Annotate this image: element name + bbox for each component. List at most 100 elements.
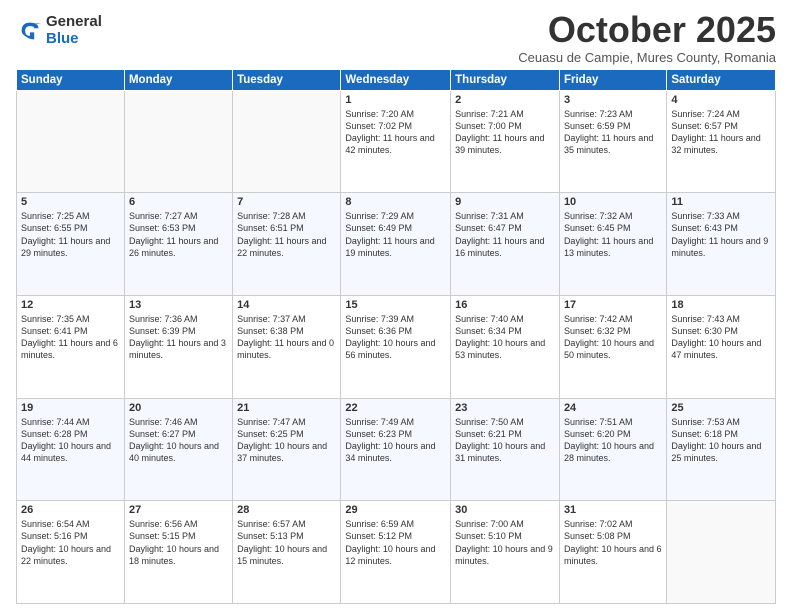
calendar-cell: [124, 90, 232, 193]
cell-content: Sunrise: 7:33 AM Sunset: 6:43 PM Dayligh…: [671, 210, 771, 259]
calendar-cell: 23 Sunrise: 7:50 AM Sunset: 6:21 PM Dayli…: [451, 398, 560, 501]
day-header-tuesday: Tuesday: [233, 69, 341, 90]
cell-content: Sunrise: 7:20 AM Sunset: 7:02 PM Dayligh…: [345, 108, 446, 157]
day-number: 13: [129, 299, 228, 311]
logo: General Blue: [16, 14, 102, 47]
calendar-cell: 10 Sunrise: 7:32 AM Sunset: 6:45 PM Dayli…: [559, 193, 666, 296]
calendar-cell: 7 Sunrise: 7:28 AM Sunset: 6:51 PM Daylig…: [233, 193, 341, 296]
day-number: 23: [455, 402, 555, 414]
logo-text: General Blue: [46, 14, 102, 47]
day-number: 1: [345, 94, 446, 106]
week-row-4: 26Sunrise: 6:54 AM Sunset: 5:16 PM Dayli…: [17, 501, 776, 604]
cell-content: Sunrise: 7:37 AM Sunset: 6:38 PM Dayligh…: [237, 313, 336, 362]
calendar-cell: 4 Sunrise: 7:24 AM Sunset: 6:57 PM Daylig…: [667, 90, 776, 193]
calendar-cell: 29Sunrise: 6:59 AM Sunset: 5:12 PM Dayli…: [341, 501, 451, 604]
cell-content: Sunrise: 7:50 AM Sunset: 6:21 PM Dayligh…: [455, 416, 555, 465]
subtitle: Ceuasu de Campie, Mures County, Romania: [518, 50, 776, 65]
week-row-0: 1 Sunrise: 7:20 AM Sunset: 7:02 PM Daylig…: [17, 90, 776, 193]
calendar-cell: 2 Sunrise: 7:21 AM Sunset: 7:00 PM Daylig…: [451, 90, 560, 193]
calendar-cell: [233, 90, 341, 193]
logo-icon: [16, 17, 44, 45]
logo-blue: Blue: [46, 31, 102, 48]
calendar-cell: 30 Sunrise: 7:00 AM Sunset: 5:10 PM Dayli…: [451, 501, 560, 604]
day-number: 19: [21, 402, 120, 414]
cell-content: Sunrise: 7:36 AM Sunset: 6:39 PM Dayligh…: [129, 313, 228, 362]
cell-content: Sunrise: 7:40 AM Sunset: 6:34 PM Dayligh…: [455, 313, 555, 362]
calendar-cell: 27Sunrise: 6:56 AM Sunset: 5:15 PM Dayli…: [124, 501, 232, 604]
day-number: 16: [455, 299, 555, 311]
day-header-monday: Monday: [124, 69, 232, 90]
calendar-cell: 24Sunrise: 7:51 AM Sunset: 6:20 PM Dayli…: [559, 398, 666, 501]
day-number: 4: [671, 94, 771, 106]
calendar-cell: 13 Sunrise: 7:36 AM Sunset: 6:39 PM Dayli…: [124, 295, 232, 398]
cell-content: Sunrise: 7:44 AM Sunset: 6:28 PM Dayligh…: [21, 416, 120, 465]
calendar-cell: 6Sunrise: 7:27 AM Sunset: 6:53 PM Daylig…: [124, 193, 232, 296]
week-row-2: 12Sunrise: 7:35 AM Sunset: 6:41 PM Dayli…: [17, 295, 776, 398]
cell-content: Sunrise: 7:21 AM Sunset: 7:00 PM Dayligh…: [455, 108, 555, 157]
day-header-sunday: Sunday: [17, 69, 125, 90]
day-number: 28: [237, 504, 336, 516]
calendar-cell: 21 Sunrise: 7:47 AM Sunset: 6:25 PM Dayli…: [233, 398, 341, 501]
day-number: 24: [564, 402, 662, 414]
calendar-cell: 15 Sunrise: 7:39 AM Sunset: 6:36 PM Dayli…: [341, 295, 451, 398]
day-number: 15: [345, 299, 446, 311]
calendar-cell: 11 Sunrise: 7:33 AM Sunset: 6:43 PM Dayli…: [667, 193, 776, 296]
cell-content: Sunrise: 7:53 AM Sunset: 6:18 PM Dayligh…: [671, 416, 771, 465]
week-row-1: 5 Sunrise: 7:25 AM Sunset: 6:55 PM Daylig…: [17, 193, 776, 296]
day-number: 21: [237, 402, 336, 414]
cell-content: Sunrise: 7:49 AM Sunset: 6:23 PM Dayligh…: [345, 416, 446, 465]
calendar-cell: 26Sunrise: 6:54 AM Sunset: 5:16 PM Dayli…: [17, 501, 125, 604]
day-number: 2: [455, 94, 555, 106]
page: General Blue October 2025 Ceuasu de Camp…: [0, 0, 792, 612]
day-number: 14: [237, 299, 336, 311]
calendar-cell: 22Sunrise: 7:49 AM Sunset: 6:23 PM Dayli…: [341, 398, 451, 501]
calendar-cell: 19 Sunrise: 7:44 AM Sunset: 6:28 PM Dayli…: [17, 398, 125, 501]
cell-content: Sunrise: 7:02 AM Sunset: 5:08 PM Dayligh…: [564, 518, 662, 567]
day-number: 26: [21, 504, 120, 516]
day-number: 9: [455, 196, 555, 208]
day-header-thursday: Thursday: [451, 69, 560, 90]
cell-content: Sunrise: 7:29 AM Sunset: 6:49 PM Dayligh…: [345, 210, 446, 259]
calendar-cell: 5 Sunrise: 7:25 AM Sunset: 6:55 PM Daylig…: [17, 193, 125, 296]
calendar-cell: [667, 501, 776, 604]
calendar-cell: 20 Sunrise: 7:46 AM Sunset: 6:27 PM Dayli…: [124, 398, 232, 501]
day-number: 5: [21, 196, 120, 208]
calendar-cell: 17 Sunrise: 7:42 AM Sunset: 6:32 PM Dayli…: [559, 295, 666, 398]
cell-content: Sunrise: 7:24 AM Sunset: 6:57 PM Dayligh…: [671, 108, 771, 157]
cell-content: Sunrise: 7:35 AM Sunset: 6:41 PM Dayligh…: [21, 313, 120, 362]
calendar-cell: 1 Sunrise: 7:20 AM Sunset: 7:02 PM Daylig…: [341, 90, 451, 193]
cell-content: Sunrise: 7:39 AM Sunset: 6:36 PM Dayligh…: [345, 313, 446, 362]
day-number: 20: [129, 402, 228, 414]
cell-content: Sunrise: 7:43 AM Sunset: 6:30 PM Dayligh…: [671, 313, 771, 362]
day-number: 18: [671, 299, 771, 311]
calendar-cell: [17, 90, 125, 193]
day-number: 31: [564, 504, 662, 516]
cell-content: Sunrise: 7:42 AM Sunset: 6:32 PM Dayligh…: [564, 313, 662, 362]
day-number: 7: [237, 196, 336, 208]
title-block: October 2025 Ceuasu de Campie, Mures Cou…: [518, 10, 776, 65]
day-header-friday: Friday: [559, 69, 666, 90]
day-number: 17: [564, 299, 662, 311]
day-number: 10: [564, 196, 662, 208]
cell-content: Sunrise: 7:32 AM Sunset: 6:45 PM Dayligh…: [564, 210, 662, 259]
logo-general: General: [46, 14, 102, 31]
day-number: 27: [129, 504, 228, 516]
cell-content: Sunrise: 7:31 AM Sunset: 6:47 PM Dayligh…: [455, 210, 555, 259]
day-number: 30: [455, 504, 555, 516]
day-number: 29: [345, 504, 446, 516]
day-number: 3: [564, 94, 662, 106]
cell-content: Sunrise: 7:25 AM Sunset: 6:55 PM Dayligh…: [21, 210, 120, 259]
cell-content: Sunrise: 7:28 AM Sunset: 6:51 PM Dayligh…: [237, 210, 336, 259]
calendar-cell: 28 Sunrise: 6:57 AM Sunset: 5:13 PM Dayli…: [233, 501, 341, 604]
cell-content: Sunrise: 7:46 AM Sunset: 6:27 PM Dayligh…: [129, 416, 228, 465]
cell-content: Sunrise: 7:47 AM Sunset: 6:25 PM Dayligh…: [237, 416, 336, 465]
calendar-cell: 9 Sunrise: 7:31 AM Sunset: 6:47 PM Daylig…: [451, 193, 560, 296]
cell-content: Sunrise: 6:57 AM Sunset: 5:13 PM Dayligh…: [237, 518, 336, 567]
cell-content: Sunrise: 7:00 AM Sunset: 5:10 PM Dayligh…: [455, 518, 555, 567]
calendar-cell: 14 Sunrise: 7:37 AM Sunset: 6:38 PM Dayli…: [233, 295, 341, 398]
calendar: SundayMondayTuesdayWednesdayThursdayFrid…: [16, 69, 776, 604]
calendar-cell: 3 Sunrise: 7:23 AM Sunset: 6:59 PM Daylig…: [559, 90, 666, 193]
week-row-3: 19 Sunrise: 7:44 AM Sunset: 6:28 PM Dayli…: [17, 398, 776, 501]
cell-content: Sunrise: 7:23 AM Sunset: 6:59 PM Dayligh…: [564, 108, 662, 157]
day-number: 11: [671, 196, 771, 208]
